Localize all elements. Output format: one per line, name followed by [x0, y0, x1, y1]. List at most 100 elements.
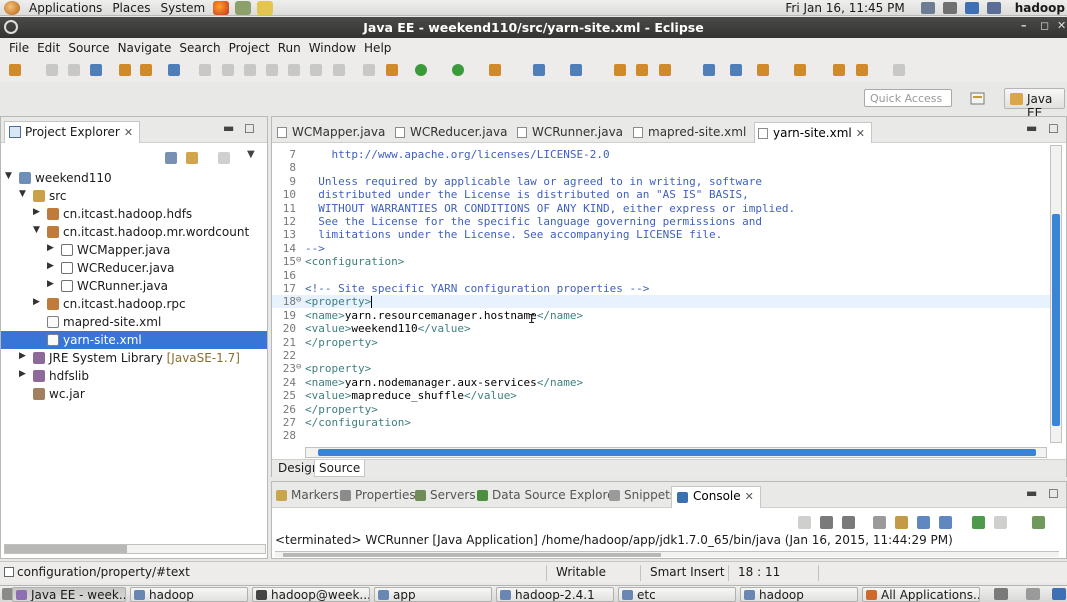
- close-window-icon[interactable]: ✕: [1057, 19, 1066, 32]
- menu-search[interactable]: Search: [175, 41, 224, 55]
- taskbar-item[interactable]: Java EE - week...: [12, 587, 126, 602]
- network-icon[interactable]: [920, 1, 935, 14]
- firefox-launcher-icon[interactable]: [213, 0, 230, 15]
- code-line[interactable]: 7 http://www.apache.org/licenses/LICENSE…: [272, 148, 1050, 161]
- tab-markers[interactable]: Markers: [276, 488, 339, 502]
- taskbar-item[interactable]: app: [374, 587, 492, 602]
- taskbar-item[interactable]: etc: [618, 587, 736, 602]
- new-class-icon[interactable]: [570, 64, 582, 76]
- tree-item[interactable]: ▶ cn.itcast.hadoop.hdfs: [1, 205, 267, 223]
- code-line[interactable]: 17 <!-- Site specific YARN configuration …: [272, 282, 1050, 295]
- code-line[interactable]: 13 limitations under the License. See ac…: [272, 228, 1050, 241]
- code-line[interactable]: 23 ⊖ <property>: [272, 362, 1050, 375]
- chevron-down-icon[interactable]: ▼: [5, 171, 12, 181]
- search-icon[interactable]: [659, 64, 671, 76]
- console-scrollbar[interactable]: [275, 551, 1059, 557]
- skip-breakpoints-icon[interactable]: [386, 64, 398, 76]
- code-line[interactable]: 8: [272, 161, 1050, 174]
- menu-file[interactable]: File: [5, 41, 33, 55]
- step-return-icon[interactable]: [333, 64, 345, 76]
- chevron-right-icon[interactable]: ▶: [33, 207, 40, 217]
- xml-source-editor[interactable]: 7 http://www.apache.org/licenses/LICENSE…: [272, 144, 1050, 442]
- minimize-icon[interactable]: ▬: [1026, 486, 1037, 500]
- menu-window[interactable]: Window: [305, 41, 360, 55]
- editor-tab-mapred-site[interactable]: mapred-site.xml: [630, 122, 752, 143]
- project-explorer-tab[interactable]: Project Explorer ✕: [4, 121, 141, 143]
- disconnect-icon[interactable]: [266, 64, 278, 76]
- code-line[interactable]: 26 </property>: [272, 403, 1050, 416]
- minimize-icon[interactable]: ▬: [1026, 121, 1037, 135]
- editor-tab-wcreducer[interactable]: WCReducer.java: [392, 122, 513, 143]
- resume-icon[interactable]: [199, 64, 211, 76]
- code-line[interactable]: 11 WITHOUT WARRANTIES OR CONDITIONS OF A…: [272, 202, 1050, 215]
- tree-item[interactable]: ▶ JRE System Library [JavaSE-1.7]: [1, 349, 267, 367]
- tab-properties[interactable]: Properties: [340, 488, 416, 502]
- tree-item[interactable]: mapred-site.xml: [1, 313, 267, 331]
- menu-edit[interactable]: Edit: [33, 41, 64, 55]
- save-icon[interactable]: [46, 64, 58, 76]
- code-line[interactable]: 24 <name>yarn.nodemanager.aux-services</n…: [272, 376, 1050, 389]
- remove-launch-icon[interactable]: [820, 516, 833, 529]
- new-server-icon[interactable]: [533, 64, 545, 76]
- open-perspective-icon[interactable]: [970, 90, 986, 106]
- mail-launcher-icon[interactable]: [235, 0, 252, 15]
- menu-source[interactable]: Source: [64, 41, 113, 55]
- use-step-filters-icon[interactable]: [363, 64, 375, 76]
- java-ee-perspective-button[interactable]: Java EE: [1004, 88, 1065, 120]
- editor-vertical-scrollbar[interactable]: [1050, 145, 1062, 443]
- chevron-right-icon[interactable]: ▶: [33, 297, 40, 307]
- new-icon[interactable]: [9, 64, 21, 76]
- chevron-down-icon[interactable]: ▼: [19, 189, 26, 199]
- show-on-stderr-icon[interactable]: [939, 516, 952, 529]
- source-tab[interactable]: Source: [314, 460, 366, 477]
- taskbar-item[interactable]: hadoop@week...: [252, 587, 370, 602]
- show-on-stdout-icon[interactable]: [917, 516, 930, 529]
- code-line[interactable]: 22: [272, 349, 1050, 362]
- forward-icon[interactable]: [893, 64, 905, 76]
- code-line[interactable]: 9 Unless required by applicable law or a…: [272, 175, 1050, 188]
- code-line[interactable]: 15 ⊖ <configuration>: [272, 255, 1050, 268]
- maximize-icon[interactable]: ☐: [1048, 122, 1059, 136]
- link-with-editor-icon[interactable]: [186, 152, 198, 164]
- clear-console-icon[interactable]: [873, 516, 886, 529]
- close-icon[interactable]: ✕: [124, 126, 133, 139]
- tab-console[interactable]: Console ✕: [671, 486, 761, 508]
- clock[interactable]: Fri Jan 16, 11:45 PM: [785, 1, 904, 15]
- tree-item[interactable]: ▶ WCReducer.java: [1, 259, 267, 277]
- menu-run[interactable]: Run: [274, 41, 305, 55]
- places-menu[interactable]: Places: [107, 1, 155, 15]
- chevron-right-icon[interactable]: ▶: [47, 279, 54, 289]
- taskbar-item[interactable]: All Applications...: [862, 587, 980, 602]
- tree-item[interactable]: ▶ hdfslib: [1, 367, 267, 385]
- editor-horizontal-scrollbar[interactable]: [305, 447, 1047, 458]
- trash-icon[interactable]: [1052, 588, 1066, 600]
- editor-tab-wcmapper[interactable]: WCMapper.java: [274, 122, 391, 143]
- focus-icon[interactable]: [218, 152, 230, 164]
- chevron-right-icon[interactable]: ▶: [47, 243, 54, 253]
- tree-item[interactable]: ▼ src: [1, 187, 267, 205]
- editor-tab-wcrunner[interactable]: WCRunner.java: [514, 122, 629, 143]
- taskbar-item[interactable]: hadoop-2.4.1: [496, 587, 614, 602]
- user-name[interactable]: hadoop: [1015, 1, 1065, 15]
- open-folder-icon[interactable]: [614, 64, 626, 76]
- last-edit-location-icon[interactable]: [833, 64, 845, 76]
- display-console-icon[interactable]: [994, 516, 1007, 529]
- chevron-right-icon[interactable]: ▶: [19, 351, 26, 361]
- remove-all-icon[interactable]: [842, 516, 855, 529]
- collapse-all-icon[interactable]: [165, 152, 177, 164]
- chevron-right-icon[interactable]: ▶: [19, 369, 26, 379]
- tree-item[interactable]: ▶ WCRunner.java: [1, 277, 267, 295]
- close-icon[interactable]: ✕: [856, 127, 865, 140]
- workspace-1-icon[interactable]: [994, 588, 1008, 600]
- debug-icon[interactable]: [415, 64, 427, 76]
- menu-help[interactable]: Help: [360, 41, 395, 55]
- view-menu-chevron-icon[interactable]: ▼: [247, 149, 255, 160]
- code-line[interactable]: 25 <value>mapreduce_shuffle</value>: [272, 389, 1050, 402]
- toggle-mark-icon[interactable]: [168, 64, 180, 76]
- editor-tab-yarn-site[interactable]: yarn-site.xml ✕: [754, 122, 872, 143]
- tree-item[interactable]: ▶ WCMapper.java: [1, 241, 267, 259]
- chevron-down-icon[interactable]: ▼: [33, 225, 40, 235]
- tab-data-source-explorer[interactable]: Data Source Explorer: [477, 488, 619, 502]
- workspace-2-icon[interactable]: [1026, 588, 1040, 600]
- run-external-tools-icon[interactable]: [489, 64, 501, 76]
